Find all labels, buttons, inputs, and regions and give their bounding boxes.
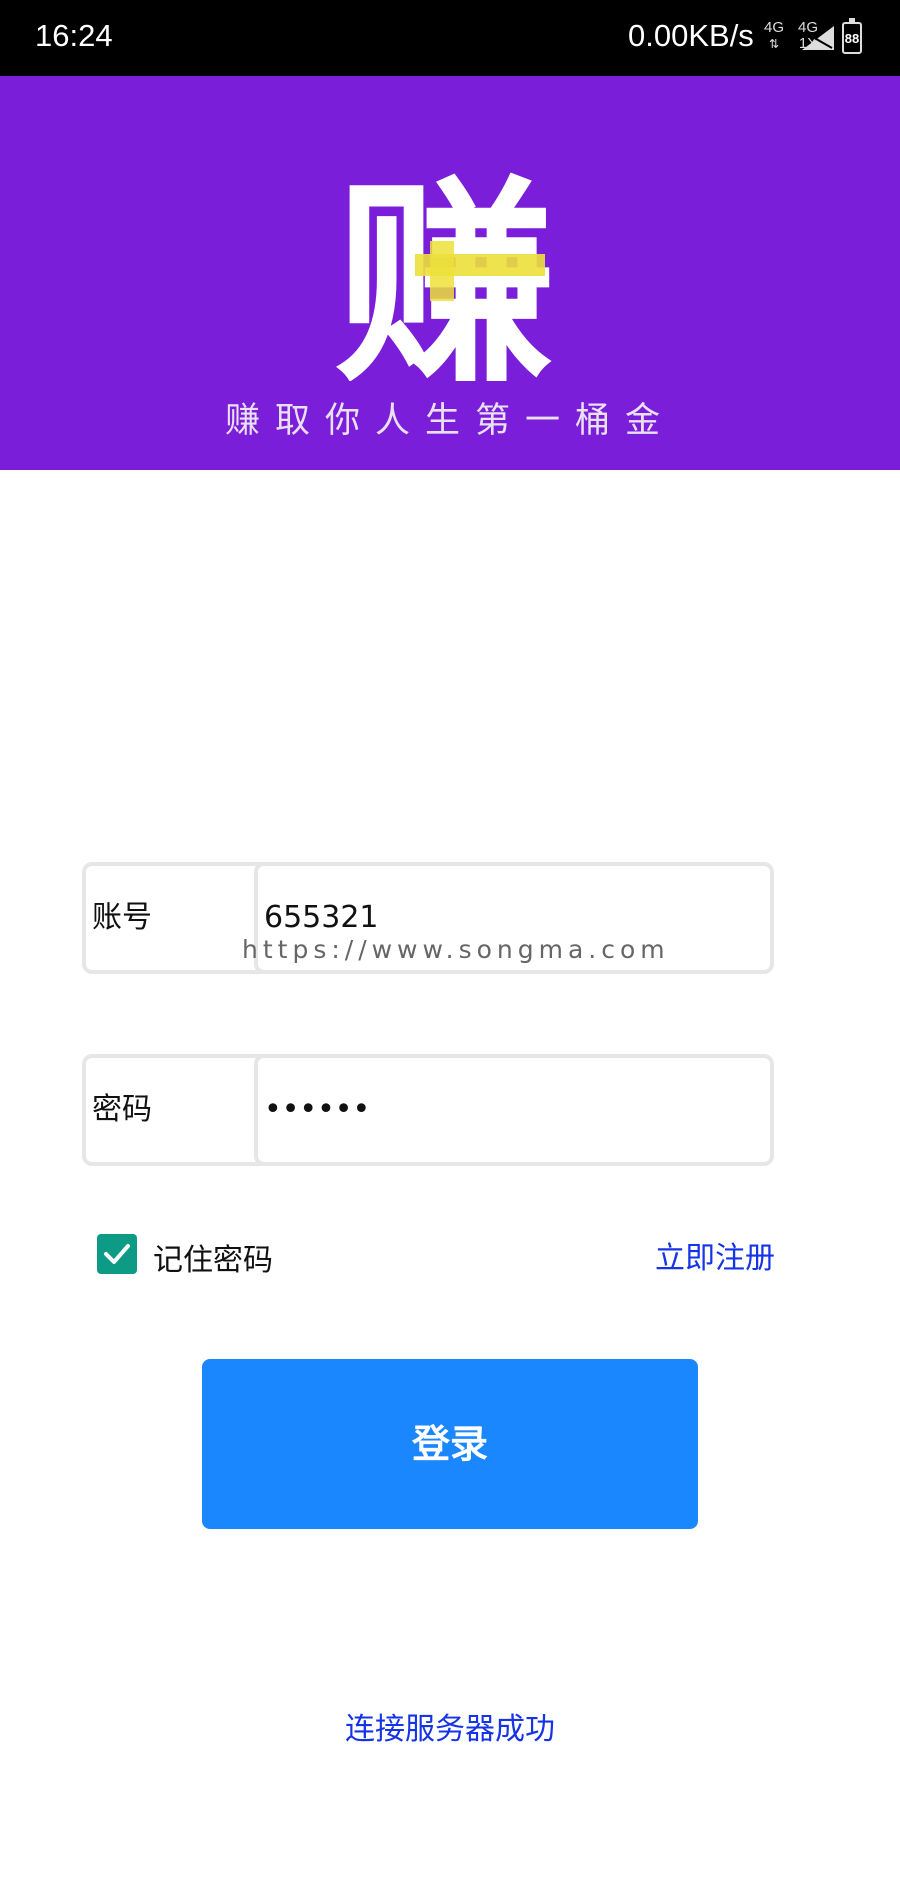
- battery-icon: 88: [842, 18, 862, 54]
- network-4g-icon: 4G ⇅: [764, 19, 785, 52]
- login-button[interactable]: 登录: [202, 1359, 698, 1529]
- password-label: 密码: [92, 1092, 152, 1127]
- watermark-text: https://www.songma.com: [242, 935, 670, 964]
- account-label: 账号: [92, 900, 152, 935]
- password-input[interactable]: ••••••: [254, 1054, 774, 1166]
- remember-label: 记住密码: [153, 1243, 273, 1278]
- battery-level: 88: [844, 31, 860, 46]
- check-icon: [104, 1244, 130, 1264]
- connection-status: 连接服务器成功: [345, 1712, 555, 1747]
- network-speed: 0.00KB/s: [628, 18, 754, 53]
- network-4g-label: 4G: [764, 19, 785, 36]
- header-banner: 赚 赚取你人生第一桶金: [0, 76, 900, 470]
- remember-checkbox[interactable]: [97, 1234, 137, 1274]
- slogan: 赚取你人生第一桶金: [224, 401, 675, 441]
- signal-icon: [802, 26, 834, 50]
- app-logo: 赚: [335, 161, 555, 381]
- register-link[interactable]: 立即注册: [655, 1233, 775, 1277]
- status-time: 16:24: [35, 18, 113, 53]
- password-row: 密码 ••••••: [82, 1054, 774, 1166]
- status-bar: 16:24 0.00KB/s 4G ⇅ 4G 1X 88: [0, 0, 900, 76]
